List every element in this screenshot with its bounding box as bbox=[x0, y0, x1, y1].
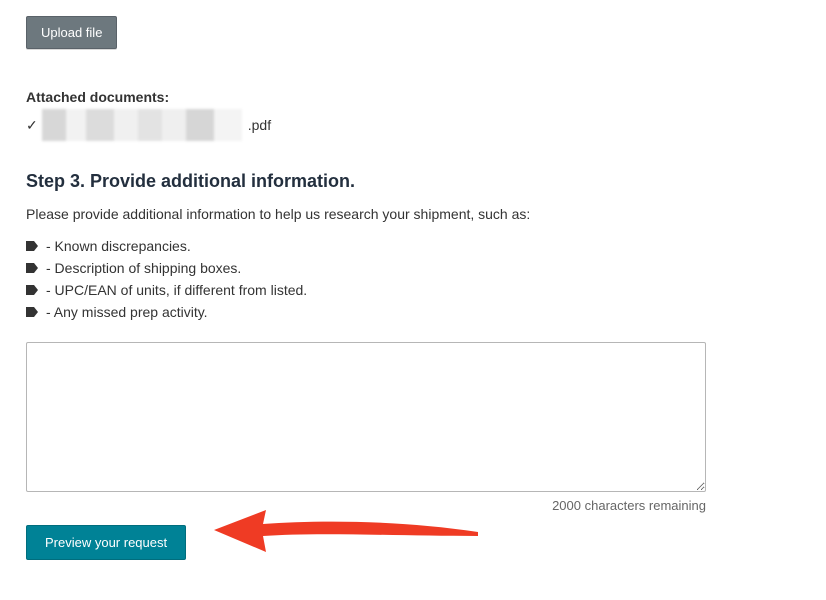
tag-icon bbox=[26, 307, 38, 317]
tag-icon bbox=[26, 241, 38, 251]
attached-filename-obscured bbox=[42, 109, 242, 141]
tag-icon bbox=[26, 263, 38, 273]
attached-documents-heading: Attached documents: bbox=[26, 89, 800, 105]
tag-icon bbox=[26, 285, 38, 295]
preview-your-request-button[interactable]: Preview your request bbox=[26, 525, 186, 560]
list-item: - Known discrepancies. bbox=[26, 238, 800, 254]
step-3-bullet-list: - Known discrepancies. - Description of … bbox=[26, 238, 800, 320]
step-3-title: Step 3. Provide additional information. bbox=[26, 171, 800, 192]
attached-file-extension: .pdf bbox=[248, 117, 271, 133]
characters-remaining-label: 2000 characters remaining bbox=[26, 498, 706, 513]
bullet-text: - Description of shipping boxes. bbox=[46, 260, 241, 276]
bullet-text: - Any missed prep activity. bbox=[46, 304, 208, 320]
list-item: - Any missed prep activity. bbox=[26, 304, 800, 320]
additional-information-textarea[interactable] bbox=[26, 342, 706, 492]
attached-document-row: ✓ .pdf bbox=[26, 109, 800, 141]
check-icon: ✓ bbox=[26, 117, 38, 134]
step-3-description: Please provide additional information to… bbox=[26, 206, 800, 222]
bullet-text: - UPC/EAN of units, if different from li… bbox=[46, 282, 307, 298]
bullet-text: - Known discrepancies. bbox=[46, 238, 191, 254]
list-item: - Description of shipping boxes. bbox=[26, 260, 800, 276]
upload-file-button[interactable]: Upload file bbox=[26, 16, 117, 49]
list-item: - UPC/EAN of units, if different from li… bbox=[26, 282, 800, 298]
